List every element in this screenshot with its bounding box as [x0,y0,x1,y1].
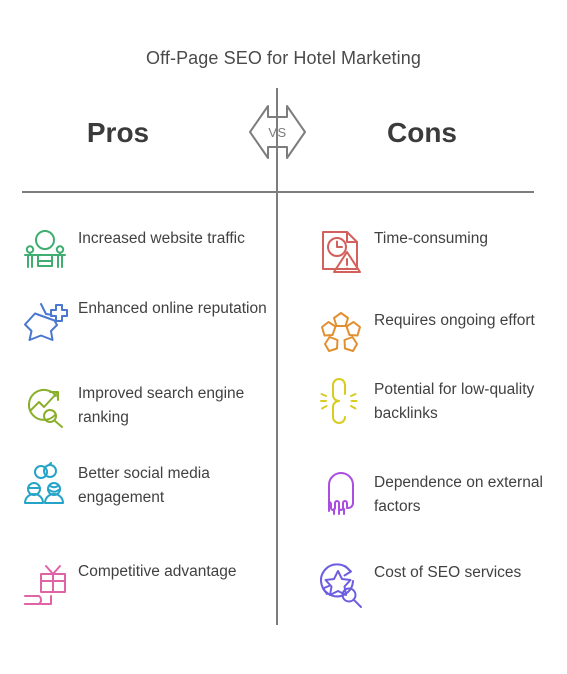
list-item-label: Requires ongoing effort [374,312,535,329]
list-item-label: Increased website traffic [78,230,245,247]
magnifier-growth-arrow-icon [18,379,72,433]
gift-on-hand-icon [18,557,72,611]
list-item-label: Competitive advantage [78,563,237,580]
infographic-root: Off-Page SEO for Hotel Marketing Pros Co… [0,0,567,674]
two-people-link-icon [18,459,72,513]
vs-badge: VS [240,103,315,161]
list-item[interactable]: Requires ongoing effort [314,306,564,360]
vs-badge-label: VS [268,124,287,140]
puppet-hand-icon [314,468,368,522]
list-item[interactable]: Enhanced online reputation [18,294,268,348]
list-item-label: Enhanced online reputation [78,300,267,317]
list-item[interactable]: Improved search engine ranking [18,379,268,433]
list-item-label: Dependence on external factors [374,474,543,515]
vertical-divider [276,88,278,625]
broken-chain-link-icon [314,375,368,429]
list-item-label: Time-consuming [374,230,488,247]
list-item[interactable]: Cost of SEO services [314,558,564,612]
list-item-label: Better social media engagement [78,465,210,506]
reception-desk-people-icon [18,224,72,278]
page-title: Off-Page SEO for Hotel Marketing [146,48,421,68]
list-item-label: Potential for low-quality backlinks [374,381,535,422]
list-item-label: Improved search engine ranking [78,385,245,426]
horizontal-divider [22,191,534,193]
list-item[interactable]: Potential for low-quality backlinks [314,375,564,429]
segmented-wheel-icon [314,306,368,360]
list-item[interactable]: Time-consuming [314,224,564,278]
document-clock-warning-icon [314,224,368,278]
magnifier-star-refresh-icon [314,558,368,612]
list-item[interactable]: Competitive advantage [18,557,268,611]
list-item[interactable]: Dependence on external factors [314,468,564,522]
column-heading-pros: Pros [86,117,150,148]
star-plus-icon [18,294,72,348]
list-item[interactable]: Better social media engagement [18,459,268,513]
column-heading-cons: Cons [387,117,457,148]
list-item-label: Cost of SEO services [374,564,522,581]
list-item[interactable]: Increased website traffic [18,224,268,278]
